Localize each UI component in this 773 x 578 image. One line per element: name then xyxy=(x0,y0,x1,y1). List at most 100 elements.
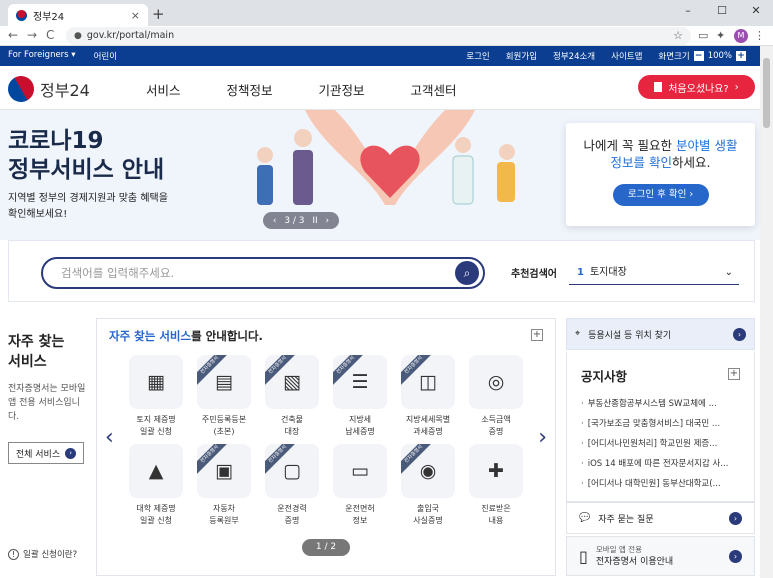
hero-page-count: 3 / 3 xyxy=(284,215,305,226)
kids-link[interactable]: 어린이 xyxy=(94,50,117,62)
new-tab-button[interactable]: + xyxy=(152,5,165,23)
taegeuk-favicon-icon xyxy=(16,9,27,21)
back-icon[interactable]: ← xyxy=(8,28,18,42)
car-front-icon: ▢ xyxy=(283,460,301,482)
service-item[interactable]: 전자증명서 ▧ 건축물 대장 xyxy=(258,355,326,438)
service-item[interactable]: ▭ 운전면허 정보 xyxy=(326,444,394,527)
notice-more-button[interactable]: + xyxy=(728,368,740,380)
notice-item[interactable]: 부동산종합공부시스템 SW교체에 ... xyxy=(581,394,749,414)
service-item[interactable]: 전자증명서 ◫ 지방세세목별 과세증명 xyxy=(394,355,462,438)
about-link[interactable]: 정부24소개 xyxy=(553,50,595,62)
hero-pause-button[interactable]: II xyxy=(312,216,317,226)
nav-services[interactable]: 서비스 xyxy=(146,80,181,99)
close-tab-icon[interactable]: × xyxy=(131,9,140,22)
recommended-keyword-select[interactable]: 1 토지대장 ⌄ xyxy=(569,263,739,285)
all-services-button[interactable]: 전체 서비스 › xyxy=(8,442,84,464)
login-prompt-card: 나에게 꼭 필요한 분야별 생활 정보를 확인하세요. 로그인 후 확인 › xyxy=(566,123,755,226)
service-item[interactable]: ✚ 진료받은 내용 xyxy=(462,444,530,527)
first-visit-button[interactable]: 처음오셨나요? › xyxy=(638,75,755,99)
right-column: ⌖ 등용시설 등 위치 찾기 › 공지사항 + 부동산종합공부시스템 SW교체에… xyxy=(566,318,755,576)
service-label: 지방세 납세증명 xyxy=(326,414,394,438)
bulk-apply-help-link[interactable]: ! 일괄 신청이란? xyxy=(8,548,77,560)
nav-support[interactable]: 고객센터 xyxy=(411,80,457,99)
hero-next-button[interactable]: › xyxy=(325,216,329,226)
site-header: 정부24 서비스 정책정보 기관정보 고객센터 처음오셨나요? › xyxy=(0,66,760,110)
menu-kebab-icon[interactable]: ⋮ xyxy=(754,29,765,42)
service-item[interactable]: ▲ 대학 제증명 일괄 신청 xyxy=(122,444,190,527)
maximize-button[interactable]: ☐ xyxy=(705,0,739,24)
for-foreigners-link[interactable]: For Foreigners ▾ xyxy=(8,50,76,62)
service-label-line1: 진료받은 xyxy=(481,504,511,513)
car-icon: ▣ xyxy=(215,460,233,482)
service-item[interactable]: 전자증명서 ☰ 지방세 납세증명 xyxy=(326,355,394,438)
reload-icon[interactable]: C xyxy=(46,28,54,42)
recommended-keyword-label: 추천검색어 xyxy=(511,269,557,280)
signup-link[interactable]: 회원가입 xyxy=(506,50,537,62)
hero-prev-button[interactable]: ‹ xyxy=(273,216,277,226)
url-input[interactable]: ● gov.kr/portal/main ☆ xyxy=(66,27,691,45)
forward-icon[interactable]: → xyxy=(27,28,37,42)
search-input[interactable]: 검색어를 입력해주세요. ⌕ xyxy=(41,257,485,289)
cast-icon[interactable]: ▭ xyxy=(698,29,708,42)
close-window-button[interactable]: ✕ xyxy=(739,0,773,24)
left-title-line2: 서비스 xyxy=(8,354,47,370)
service-item[interactable]: ▦ 토지 제증명 일괄 신청 xyxy=(122,355,190,438)
service-label: 자동차 등록원부 xyxy=(190,503,258,527)
service-item[interactable]: 전자증명서 ▣ 자동차 등록원부 xyxy=(190,444,258,527)
faq-button[interactable]: 💬 자주 묻는 질문 › xyxy=(566,502,755,534)
service-label: 주민등록등본 (초본) xyxy=(190,414,258,438)
page-scrollbar[interactable] xyxy=(760,46,773,578)
site-logo[interactable]: 정부24 xyxy=(3,71,90,107)
hero-banner[interactable]: 코로나19 정부서비스 안내 지역별 정부의 경제지원과 맞춤 혜택을 확인해보… xyxy=(0,110,760,240)
service-icon-tile: ▦ xyxy=(129,355,183,409)
extensions-puzzle-icon[interactable]: ✦ xyxy=(716,29,725,42)
faq-label: 자주 묻는 질문 xyxy=(598,514,654,525)
mobile-cert-guide-button[interactable]: ▯ 모바일 앱 전용 전자증명서 이용안내 › xyxy=(566,536,755,576)
login-check-button[interactable]: 로그인 후 확인 › xyxy=(612,184,709,206)
service-label-line1: 자동차 xyxy=(212,504,236,513)
chat-bubble-icon: 💬 xyxy=(579,513,591,523)
service-label: 지방세세목별 과세증명 xyxy=(394,414,462,438)
service-item[interactable]: 전자증명서 ▢ 운전경력 증명 xyxy=(258,444,326,527)
notice-item[interactable]: [어디서나 대학민원] 동부산대학교(... xyxy=(581,474,749,494)
service-item[interactable]: 전자증명서 ◉ 출입국 사실증명 xyxy=(394,444,462,527)
login-link[interactable]: 로그인 xyxy=(466,50,489,62)
service-label: 토지 제증명 일괄 신청 xyxy=(122,414,190,438)
services-pager[interactable]: 1 / 2 xyxy=(302,539,350,556)
service-icon-tile: 전자증명서 ◉ xyxy=(401,444,455,498)
notice-item[interactable]: [국가보조금 맞춤형서비스] 대국민 ... xyxy=(581,414,749,434)
sitemap-link[interactable]: 사이트맵 xyxy=(611,50,642,62)
services-more-button[interactable]: + xyxy=(531,329,543,341)
services-prev-arrow[interactable]: ‹ xyxy=(105,425,114,450)
services-grid: ▦ 토지 제증명 일괄 신청 전자증명서 ▤ 주민등록등본 (초본) 전자증명서 ▧ 건축물 대장 전… xyxy=(122,355,532,527)
service-icon-tile: 전자증명서 ▢ xyxy=(265,444,319,498)
logo-text: 정부24 xyxy=(40,81,90,100)
bookmark-icon xyxy=(654,82,663,92)
nav-policy[interactable]: 정책정보 xyxy=(227,80,273,99)
zoom-out-button[interactable]: − xyxy=(693,51,704,61)
service-label-line2: 일괄 신청 xyxy=(140,427,172,436)
zoom-in-button[interactable]: + xyxy=(736,51,746,61)
notice-board: 공지사항 + 부동산종합공부시스템 SW교체에 ... [국가보조금 맞춤형서비… xyxy=(566,352,755,502)
search-icon[interactable]: ⌕ xyxy=(455,261,479,285)
profile-avatar[interactable]: M xyxy=(734,29,748,43)
services-next-arrow[interactable]: › xyxy=(538,425,547,450)
service-item[interactable]: 전자증명서 ▤ 주민등록등본 (초본) xyxy=(190,355,258,438)
nav-agencies[interactable]: 기관정보 xyxy=(319,80,365,99)
notice-item[interactable]: iOS 14 배포에 따른 전자문서지갑 사... xyxy=(581,454,749,474)
service-item[interactable]: ◎ 소득금액 증명 xyxy=(462,355,530,438)
login-prompt-message: 나에게 꼭 필요한 분야별 생활 정보를 확인하세요. xyxy=(566,137,755,171)
chevron-right-icon: › xyxy=(729,549,742,563)
browser-tab[interactable]: 정부24 × xyxy=(8,4,148,26)
scrollbar-thumb[interactable] xyxy=(763,58,770,128)
notice-item[interactable]: [어디서나민원처리] 학교민원 제증... xyxy=(581,434,749,454)
facility-finder-button[interactable]: ⌖ 등용시설 등 위치 찾기 › xyxy=(566,318,755,350)
service-label-line2: 대장 xyxy=(284,427,300,436)
minimize-button[interactable]: – xyxy=(671,0,705,24)
service-icon-tile: 전자증명서 ▧ xyxy=(265,355,319,409)
services-heading: 자주 찾는 서비스를 안내합니다. xyxy=(109,328,263,344)
service-label-line1: 소득금액 xyxy=(481,415,511,424)
zoom-control: 화면크기 − 100% + xyxy=(658,50,746,62)
service-label-line2: (초본) xyxy=(213,427,235,436)
bookmark-star-icon[interactable]: ☆ xyxy=(673,27,683,45)
